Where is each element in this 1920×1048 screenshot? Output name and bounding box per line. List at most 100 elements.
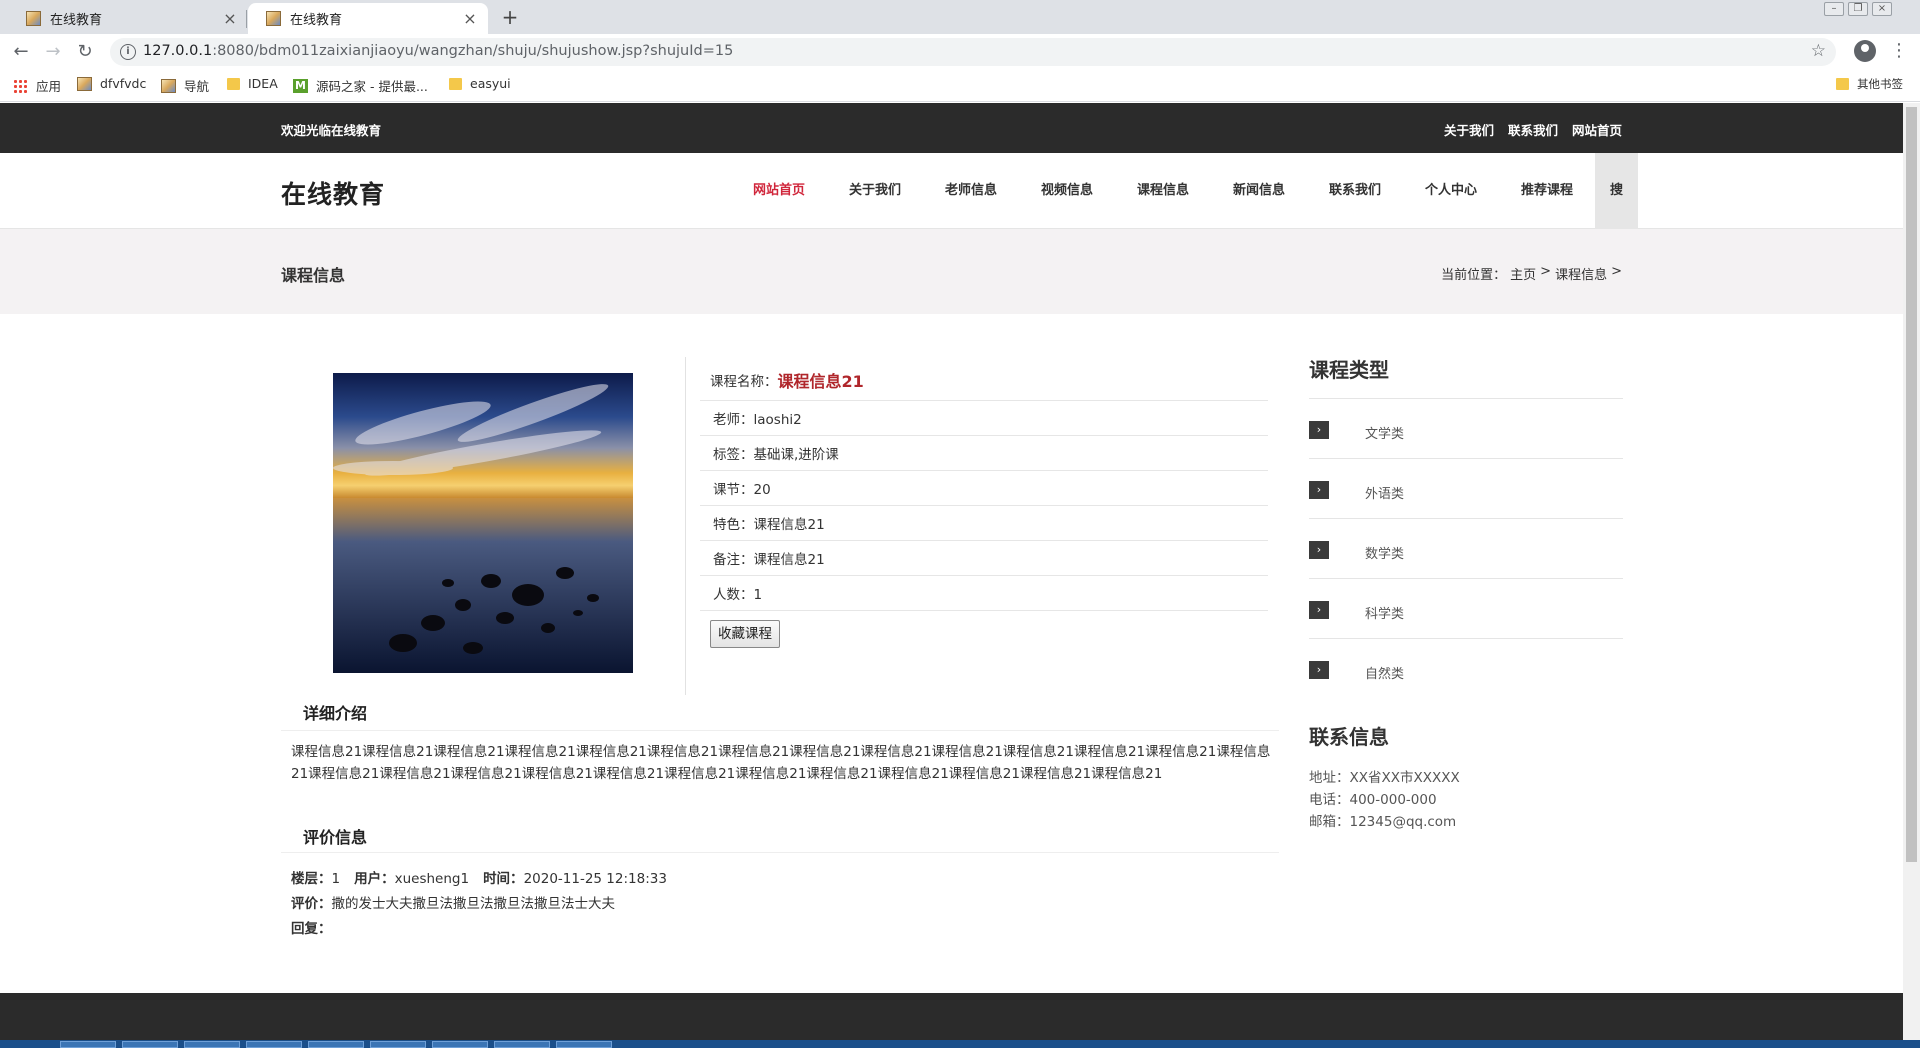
browser-tab[interactable]: 在线教育 × [8,3,248,34]
site-header: 在线教育 网站首页 关于我们 老师信息 视频信息 课程信息 新闻信息 联系我们 … [0,153,1903,229]
course-feature-text: 特色：课程信息21 [713,517,825,533]
m-logo-icon: M [293,78,308,93]
breadcrumb-current-link[interactable]: 课程信息 [1555,264,1607,283]
browser-tab-active[interactable]: 在线教育 × [248,3,488,34]
nav-item-courses[interactable]: 课程信息 [1115,153,1211,229]
top-link-contact[interactable]: 联系我们 [1508,120,1558,139]
nav-item-news[interactable]: 新闻信息 [1211,153,1307,229]
course-type-label[interactable]: 文学类 [1365,423,1404,442]
address-bar[interactable]: i 127.0.0.1:8080/bdm011zaixianjiaoyu/wan… [110,38,1836,66]
course-details: 课程名称： 课程信息21 老师：laoshi2 标签：基础课,进阶课 课节：20… [700,359,1268,611]
url-text[interactable]: 127.0.0.1:8080/bdm011zaixianjiaoyu/wangz… [143,43,733,59]
page-icon [161,78,176,93]
course-type-item[interactable]: › 科学类 [1309,579,1623,639]
scrollbar-thumb[interactable] [1906,107,1917,862]
course-note: 备注：课程信息21 [700,541,1268,576]
course-lessons-text: 课节：20 [713,482,771,498]
chevron-right-icon: › [1309,541,1329,559]
tab-title: 在线教育 [290,13,343,28]
review-comment-text: 撒的发士大夫撒旦法撒旦法撒旦法撒旦法士大夫 [331,896,616,912]
taskbar-button[interactable] [122,1041,178,1048]
other-bookmarks-folder[interactable]: 其他书签 [1836,76,1903,92]
course-type-item[interactable]: › 自然类 [1309,639,1623,699]
breadcrumb-home-link[interactable]: 主页 [1510,264,1536,283]
bookmark-item[interactable]: dfvfvdc [77,76,146,91]
course-type-label[interactable]: 自然类 [1365,663,1404,682]
review-meta: 楼层：1 用户：xuesheng1 时间：2020-11-25 12:18:33 [291,867,667,892]
course-feature: 特色：课程信息21 [700,506,1268,541]
course-type-label[interactable]: 科学类 [1365,603,1404,622]
contact-phone: 电话：400-000-000 [1309,792,1437,808]
forward-arrow-icon[interactable]: → [41,40,65,64]
minimize-window-icon[interactable]: – [1824,2,1844,16]
bookmark-apps[interactable]: 应用 [13,76,61,95]
nav-item-recommended[interactable]: 推荐课程 [1499,153,1595,229]
browser-menu-icon[interactable]: ⋮ [1890,40,1908,62]
review-floor-label: 楼层： [291,871,332,887]
top-link-about[interactable]: 关于我们 [1444,120,1494,139]
close-icon[interactable]: × [462,9,478,28]
course-note-text: 备注：课程信息21 [713,552,825,568]
nav-item-about[interactable]: 关于我们 [827,153,923,229]
course-tags: 标签：基础课,进阶课 [700,436,1268,471]
bookmark-item[interactable]: 导航 [161,76,209,95]
nav-item-videos[interactable]: 视频信息 [1019,153,1115,229]
review-floor: 1 [331,871,341,887]
reload-icon[interactable]: ↻ [73,40,97,64]
restore-window-icon[interactable]: ❐ [1848,2,1868,16]
taskbar-button[interactable] [60,1041,116,1048]
bookmark-item[interactable]: M 源码之家 - 提供最... [293,76,428,95]
close-window-icon[interactable]: × [1872,2,1892,16]
taskbar-button[interactable] [184,1041,240,1048]
breadcrumb-separator: > [1611,264,1622,279]
course-type-item[interactable]: › 数学类 [1309,519,1623,579]
page-icon [77,76,92,91]
taskbar-button[interactable] [246,1041,302,1048]
profile-avatar-icon[interactable] [1854,40,1876,62]
bookmarks-bar: 应用 dfvfvdc 导航 IDEA M 源码之家 - 提供最... easyu… [0,70,1920,102]
bookmark-star-icon[interactable]: ☆ [1811,41,1826,61]
course-type-item[interactable]: › 文学类 [1309,399,1623,459]
favorite-course-button[interactable]: 收藏课程 [710,620,780,648]
nav-item-teachers[interactable]: 老师信息 [923,153,1019,229]
taskbar-button[interactable] [556,1041,612,1048]
welcome-text: 欢迎光临在线教育 [281,123,382,138]
folder-icon [449,77,462,90]
site-info-icon[interactable]: i [120,44,136,60]
nav-item-profile[interactable]: 个人中心 [1403,153,1499,229]
new-tab-button[interactable]: + [498,5,522,29]
taskbar-button[interactable] [432,1041,488,1048]
course-teacher-text: 老师：laoshi2 [713,412,802,428]
course-teacher: 老师：laoshi2 [700,401,1268,436]
folder-icon [1836,78,1849,90]
course-type-label[interactable]: 数学类 [1365,543,1404,562]
taskbar-button[interactable] [370,1041,426,1048]
course-name: 课程信息21 [777,371,864,391]
taskbar-button[interactable] [308,1041,364,1048]
divider [281,852,1279,853]
bookmark-folder[interactable]: easyui [449,76,511,91]
top-links: 关于我们 联系我们 网站首页 [1444,120,1622,139]
course-cover-image [333,373,633,673]
site-logo[interactable]: 在线教育 [281,175,385,211]
contact-email: 邮箱：12345@qq.com [1309,814,1457,830]
page-scrollbar[interactable] [1903,103,1920,1048]
contact-title: 联系信息 [1309,725,1389,749]
chevron-right-icon: › [1309,481,1329,499]
top-link-home[interactable]: 网站首页 [1572,120,1622,139]
breadcrumb: 当前位置： 主页 > 课程信息 > [1441,264,1622,283]
course-type-label[interactable]: 外语类 [1365,483,1404,502]
vertical-divider [685,357,686,695]
course-type-item[interactable]: › 外语类 [1309,459,1623,519]
page-title: 课程信息 [281,266,346,285]
taskbar-button[interactable] [494,1041,550,1048]
close-icon[interactable]: × [222,9,238,28]
review-user-label: 用户： [354,871,395,887]
bookmark-folder[interactable]: IDEA [227,76,278,91]
nav-item-contact[interactable]: 联系我们 [1307,153,1403,229]
nav-search-button[interactable]: 搜 [1595,153,1638,229]
back-arrow-icon[interactable]: ← [9,40,33,64]
page-banner: 课程信息 当前位置： 主页 > 课程信息 > [0,229,1903,314]
chevron-right-icon: › [1309,661,1329,679]
nav-item-home[interactable]: 网站首页 [731,153,827,229]
